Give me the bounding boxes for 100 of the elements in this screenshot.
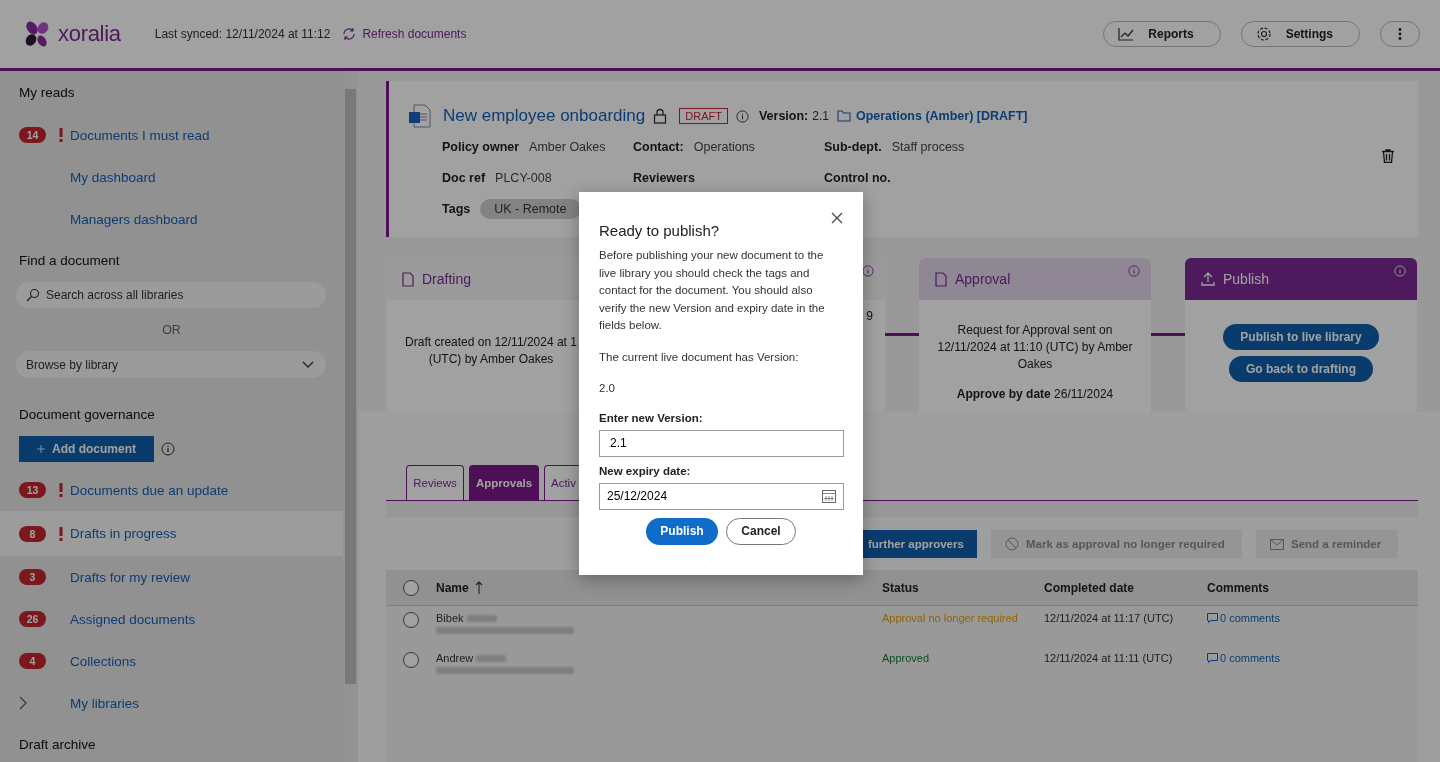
stage-action-button[interactable]: Go back to drafting — [1229, 356, 1373, 382]
prohibited-icon — [1005, 537, 1019, 551]
table-cell: 12/11/2024 at 11:11 (UTC) — [1044, 652, 1173, 664]
select-all-radio[interactable] — [403, 579, 419, 596]
dialog-title: Ready to publish? — [599, 222, 721, 239]
mail-icon — [1270, 538, 1284, 550]
cancel-button[interactable]: Cancel — [726, 517, 796, 545]
field-label: Enter new Version: — [599, 411, 704, 424]
field-label: New expiry date: — [599, 464, 692, 477]
redacted-text — [466, 614, 497, 622]
section-heading: Document governance — [18, 406, 156, 424]
section-heading: Draft archive — [18, 736, 97, 754]
field-label: Doc ref — [442, 170, 486, 185]
person-name: Bibek — [436, 612, 464, 624]
field-value: Operations — [693, 139, 755, 154]
count-badge: 13 — [19, 482, 46, 498]
search-field[interactable]: Search across all libraries — [16, 282, 326, 308]
line-chart-icon — [1118, 27, 1135, 41]
stage-text: (UTC) by Amber Oakes — [428, 351, 554, 368]
nav-item[interactable]: 8 Drafts in progress — [0, 511, 343, 556]
version-label: Version: — [758, 109, 809, 123]
status-text: Approval no longer required — [882, 612, 1018, 624]
stage-text: 9 — [866, 308, 873, 325]
refresh-icon — [342, 27, 357, 41]
count-badge: 26 — [19, 611, 46, 627]
chevron-icon — [19, 696, 27, 710]
alert-icon — [59, 128, 63, 142]
nav-item[interactable]: My libraries — [0, 682, 343, 724]
refresh-documents-link[interactable]: Refresh documents — [362, 27, 467, 41]
settings-button[interactable]: Settings — [1240, 21, 1360, 47]
count-badge: 14 — [19, 127, 46, 143]
nav-item[interactable]: 14 Documents I must read — [0, 114, 343, 156]
library-dropdown[interactable]: Browse by library — [16, 351, 326, 378]
nav-item[interactable]: My dashboard — [0, 156, 343, 198]
row-radio[interactable] — [403, 652, 419, 668]
more-icon — [1398, 27, 1402, 41]
dialog-text: Before publishing your new document to the live library you should check the tags and contact for the document. You should also verify the new Version and expiry date in the fields below. — [599, 248, 826, 333]
scrollbar[interactable] — [343, 71, 358, 762]
stage-title: Drafting — [422, 271, 472, 287]
count-badge: 4 — [19, 653, 46, 669]
field-label: Contact: — [633, 139, 684, 154]
nav-item[interactable]: 4 Collections — [0, 640, 343, 682]
add-document-button[interactable]: Add document — [19, 436, 154, 462]
reports-button[interactable]: Reports — [1103, 21, 1221, 47]
plus-icon — [37, 442, 45, 456]
document-title[interactable]: New employee onboarding — [443, 106, 646, 126]
nav-item[interactable]: 3 Drafts for my review — [0, 556, 343, 598]
count-badge: 8 — [19, 525, 46, 542]
chevron-down-icon — [302, 360, 314, 369]
stage-action-button[interactable]: Publish to live library — [1223, 324, 1379, 350]
add-approvers-button[interactable]: further approvers — [862, 530, 977, 558]
brand-name: xoralia — [58, 21, 121, 47]
row-radio[interactable] — [403, 612, 419, 628]
nav-item[interactable]: 26 Assigned documents — [0, 598, 343, 640]
column-header[interactable]: Status — [882, 581, 919, 595]
column-header[interactable]: Name — [436, 580, 469, 595]
delete-icon[interactable] — [1382, 148, 1394, 163]
tab[interactable]: Reviews — [406, 465, 464, 500]
section-heading: Find a document — [18, 252, 121, 270]
field-label: Tags — [442, 201, 471, 216]
redacted-text — [476, 654, 507, 662]
sort-arrow-icon[interactable] — [474, 581, 483, 594]
column-header[interactable]: Comments — [1207, 581, 1269, 595]
word-document-icon — [409, 104, 431, 128]
field-label: Policy owner — [442, 139, 520, 154]
nav-item[interactable]: Managers dashboard — [0, 198, 343, 240]
person-name: Andrew — [436, 652, 474, 664]
upload-icon — [1201, 272, 1215, 286]
stage-text: 12/11/2024 at 11:10 (UTC) by Amber — [937, 339, 1133, 356]
column-header[interactable]: Completed date — [1044, 581, 1134, 595]
field-label: Reviewers — [633, 170, 695, 185]
publish-button[interactable]: Publish — [646, 517, 718, 545]
approve-by-date-text: Approve by date 26/11/2024 — [956, 387, 1114, 401]
comments-link[interactable]: 0 comments — [1207, 652, 1280, 664]
field-value: PLCY-008 — [495, 170, 552, 185]
current-version-text: 2.0 — [599, 381, 616, 396]
alert-icon — [59, 526, 63, 541]
field-label: Sub-dept. — [824, 139, 882, 154]
last-synced-text: Last synced: 12/11/2024 at 11:12 — [154, 27, 331, 41]
stage-title: Approval — [955, 271, 1011, 287]
comments-link[interactable]: 0 comments — [1207, 612, 1280, 624]
tab[interactable]: Approvals — [469, 465, 539, 500]
comment-icon — [1207, 613, 1218, 623]
status-text: Approved — [882, 652, 930, 664]
version-field[interactable]: 2.1 — [599, 429, 844, 457]
expiry-date-field[interactable]: 25/12/2024 — [599, 482, 844, 510]
version-value: 2.1 — [812, 109, 829, 123]
calendar-icon[interactable] — [822, 488, 836, 503]
location-link[interactable]: Operations (Amber) [DRAFT] — [855, 109, 1028, 123]
stage-title: Publish — [1223, 271, 1269, 287]
close-icon[interactable] — [831, 212, 843, 224]
connector-line — [885, 333, 919, 336]
stage-text: Draft created on 12/11/2024 at 1 — [405, 334, 577, 351]
document-icon — [402, 271, 414, 287]
tag: UK - Remote — [480, 198, 581, 219]
field-value: Amber Oakes — [529, 139, 606, 154]
section-heading: My reads — [18, 84, 76, 102]
nav-item[interactable]: 13 Documents due an update — [0, 469, 343, 511]
stage-text: Oakes — [1017, 356, 1053, 373]
search-icon — [26, 288, 40, 302]
